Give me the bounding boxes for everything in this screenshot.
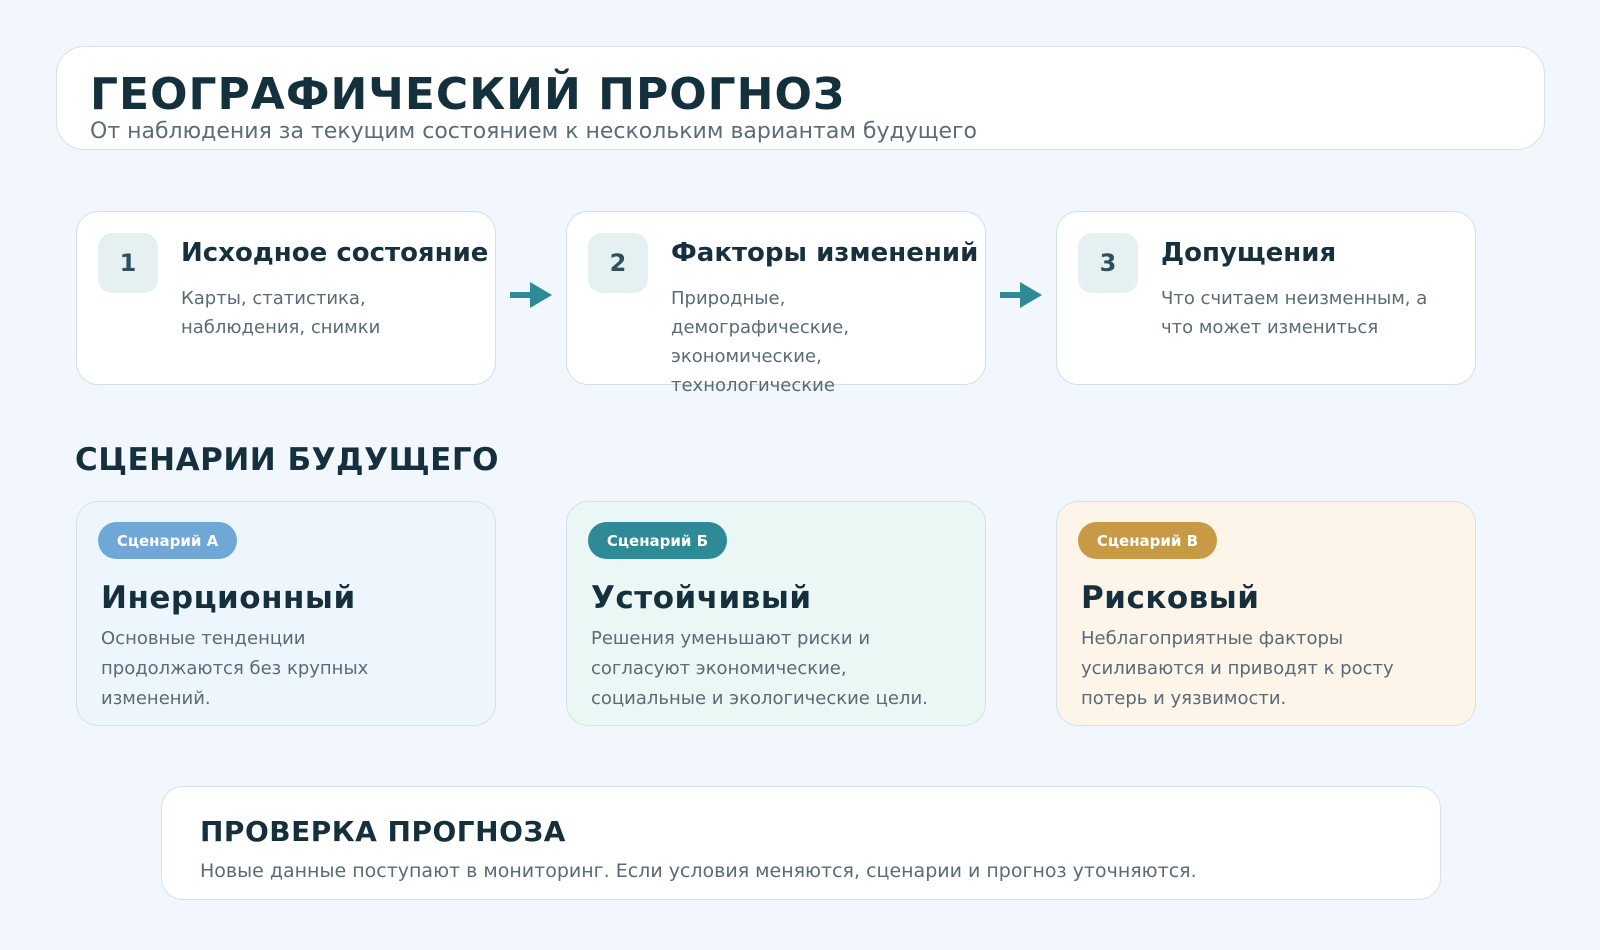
step-description: Природные, демографические, экономически… — [671, 288, 850, 396]
step-number-badge: 1 — [98, 233, 158, 293]
flow-arrow-icon — [510, 282, 552, 308]
scenario-description: Основные тенденции продолжаются без круп… — [101, 628, 369, 709]
step-title: Допущения — [1161, 238, 1337, 268]
step-number-badge: 2 — [588, 233, 648, 293]
step-title: Исходное состояние — [181, 238, 489, 268]
step-number-badge: 3 — [1078, 233, 1138, 293]
flow-arrow-icon — [1000, 282, 1042, 308]
step-card-change-factors: 2 Факторы изменений Природные, демографи… — [566, 211, 986, 396]
step-card-assumptions: 3 Допущения Что считаем неизменным, а чт… — [1056, 211, 1476, 385]
step-title: Факторы изменений — [671, 238, 979, 268]
step-description: Что считаем неизменным, а что может изме… — [1161, 288, 1428, 338]
scenario-card-sustainable: Сценарий Б Устойчивый Решения уменьшают … — [566, 501, 986, 726]
scenarios-section-title: СЦЕНАРИИ БУДУЩЕГО — [75, 442, 499, 478]
scenario-title: Устойчивый — [591, 580, 812, 616]
verification-title: ПРОВЕРКА ПРОГНОЗА — [200, 815, 566, 848]
scenario-description: Решения уменьшают риски и согласуют экон… — [591, 628, 928, 709]
header-panel: ГЕОГРАФИЧЕСКИЙ ПРОГНОЗ От наблюдения за … — [56, 46, 1545, 150]
scenario-title: Рисковый — [1081, 580, 1260, 616]
scenario-card-inertial: Сценарий А Инерционный Основные тенденци… — [76, 501, 496, 726]
scenario-badge: Сценарий Б — [588, 522, 727, 559]
step-card-initial-state: 1 Исходное состояние Карты, статистика, … — [76, 211, 496, 385]
scenario-title: Инерционный — [101, 580, 356, 616]
page-subtitle: От наблюдения за текущим состоянием к не… — [90, 119, 978, 144]
forecast-verification-panel: ПРОВЕРКА ПРОГНОЗА Новые данные поступают… — [161, 786, 1441, 900]
scenario-badge: Сценарий А — [98, 522, 237, 559]
scenario-badge: Сценарий В — [1078, 522, 1217, 559]
verification-description: Новые данные поступают в мониторинг. Есл… — [200, 860, 1197, 882]
scenario-card-risky: Сценарий В Рисковый Неблагоприятные факт… — [1056, 501, 1476, 726]
step-description: Карты, статистика, наблюдения, снимки — [181, 288, 381, 338]
page-title: ГЕОГРАФИЧЕСКИЙ ПРОГНОЗ — [90, 69, 846, 120]
scenario-description: Неблагоприятные факторы усиливаются и пр… — [1081, 628, 1394, 709]
